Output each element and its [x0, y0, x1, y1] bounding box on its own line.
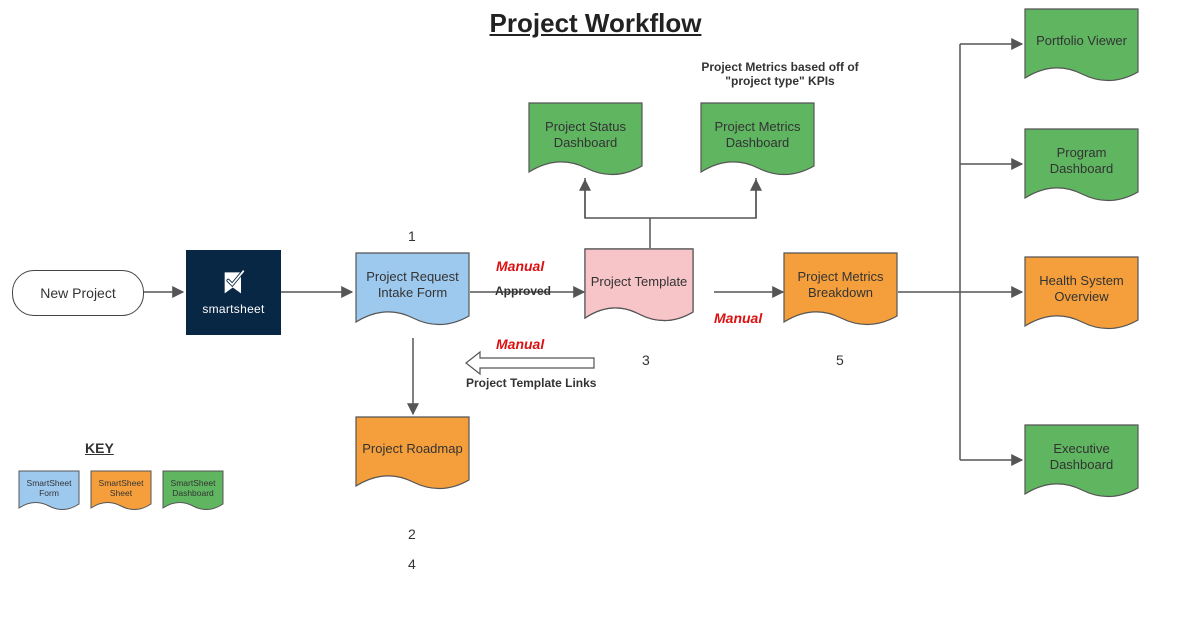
- key-sheet-label: SmartSheet Sheet: [90, 472, 152, 504]
- number-5: 5: [836, 352, 844, 368]
- program-dashboard-node: Program Dashboard: [1024, 128, 1139, 208]
- executive-dashboard-node: Executive Dashboard: [1024, 424, 1139, 504]
- program-dashboard-label: Program Dashboard: [1024, 134, 1139, 188]
- diagram-canvas: Project Workflow: [0, 0, 1191, 622]
- start-label: New Project: [40, 285, 115, 301]
- key-form: SmartSheet Form: [18, 470, 80, 514]
- edge-approved-label: Approved: [495, 284, 551, 298]
- check-bookmark-icon: [220, 270, 248, 298]
- portfolio-viewer-node: Portfolio Viewer: [1024, 8, 1139, 88]
- smartsheet-brand: smartsheet: [202, 302, 264, 316]
- metrics-note: Project Metrics based off of "project ty…: [680, 60, 880, 89]
- number-4: 4: [408, 556, 416, 572]
- key-form-label: SmartSheet Form: [18, 472, 80, 504]
- metrics-dashboard-node: Project Metrics Dashboard: [700, 102, 815, 182]
- metrics-breakdown-node: Project Metrics Breakdown: [783, 252, 898, 332]
- key-title: KEY: [85, 440, 114, 456]
- key-sheet: SmartSheet Sheet: [90, 470, 152, 514]
- status-dashboard-label: Project Status Dashboard: [528, 108, 643, 162]
- project-template-stack: Project Template: [584, 248, 714, 340]
- diagram-title: Project Workflow: [0, 8, 1191, 39]
- number-1: 1: [408, 228, 416, 244]
- metrics-note-l2: "project type" KPIs: [725, 74, 834, 88]
- executive-dashboard-label: Executive Dashboard: [1024, 430, 1139, 484]
- metrics-dashboard-label: Project Metrics Dashboard: [700, 108, 815, 162]
- health-overview-label: Health System Overview: [1024, 262, 1139, 316]
- start-node: New Project: [12, 270, 144, 316]
- number-2: 2: [408, 526, 416, 542]
- smartsheet-logo: smartsheet: [186, 250, 281, 335]
- intake-form-node: Project Request Intake Form: [355, 252, 470, 332]
- portfolio-viewer-label: Portfolio Viewer: [1024, 14, 1139, 68]
- key-dashboard: SmartSheet Dashboard: [162, 470, 224, 514]
- intake-form-label: Project Request Intake Form: [355, 258, 470, 312]
- metrics-breakdown-label: Project Metrics Breakdown: [783, 258, 898, 312]
- metrics-note-l1: Project Metrics based off of: [701, 60, 858, 74]
- edge-manual-2: Manual: [496, 336, 544, 352]
- roadmap-label: Project Roadmap: [355, 422, 470, 476]
- status-dashboard-node: Project Status Dashboard: [528, 102, 643, 182]
- roadmap-node: Project Roadmap: [355, 416, 470, 496]
- health-overview-node: Health System Overview: [1024, 256, 1139, 336]
- edge-manual-1: Manual: [496, 258, 544, 274]
- number-3: 3: [642, 352, 650, 368]
- key-dashboard-label: SmartSheet Dashboard: [162, 472, 224, 504]
- template-label: Project Template: [584, 254, 694, 308]
- edge-manual-3: Manual: [714, 310, 762, 326]
- edge-template-links-label: Project Template Links: [466, 376, 596, 390]
